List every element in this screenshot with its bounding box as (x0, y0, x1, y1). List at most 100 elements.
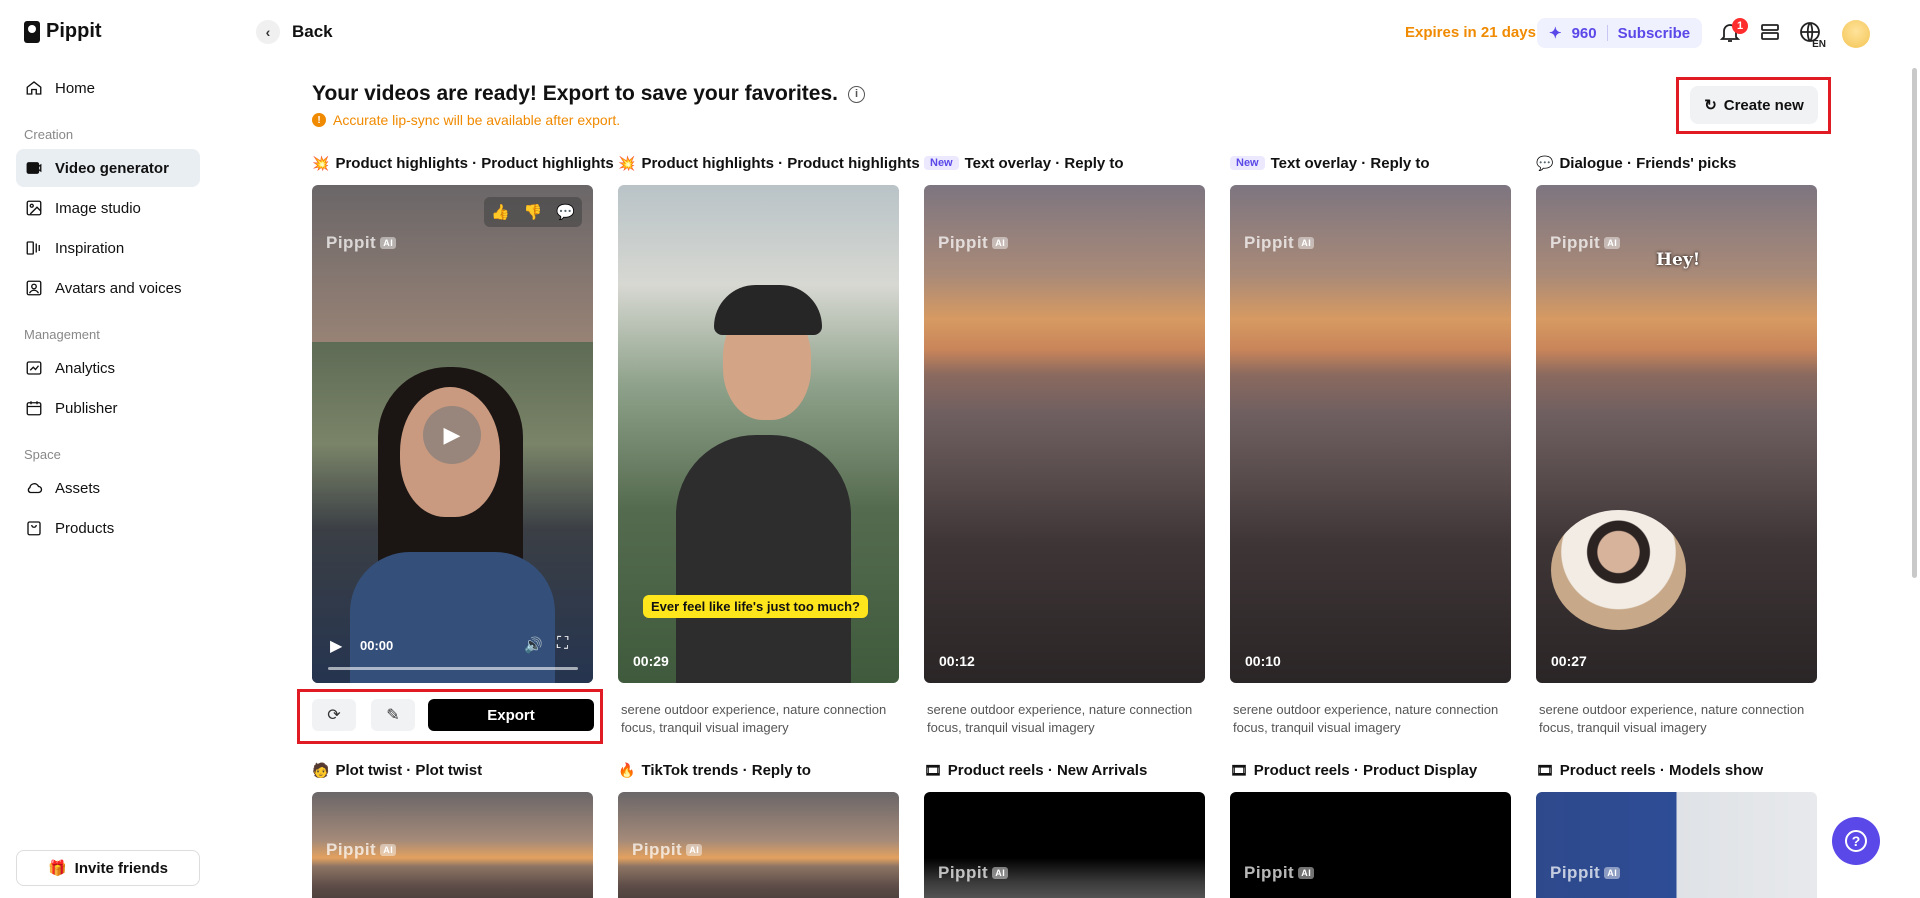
app-name: Pippit (46, 20, 102, 42)
sidebar-item-video-generator[interactable]: Video generator (16, 149, 200, 187)
video-thumbnail[interactable]: Pippit AI Hey! 00:27 (1536, 185, 1817, 683)
regenerate-button[interactable]: ⟳ (312, 699, 356, 731)
sidebar-item-label: Publisher (55, 399, 118, 417)
app-logo[interactable]: Pippit (24, 20, 102, 43)
speech-bubble-icon: 💬 (1536, 154, 1554, 171)
card-title: New Text overlay · Reply to (924, 153, 1124, 173)
expiration-notice[interactable]: Expires in 21 days (1405, 24, 1536, 41)
progress-bar[interactable] (328, 667, 578, 670)
export-button[interactable]: Export (428, 699, 594, 731)
player-time: 00:00 (360, 638, 394, 653)
sparkle-badge-icon: 💥 (618, 154, 636, 171)
stack-button[interactable] (1756, 20, 1784, 48)
user-avatar[interactable] (1842, 20, 1870, 48)
sidebar-item-image-studio[interactable]: Image studio (16, 189, 200, 227)
video-description: serene outdoor experience, nature connec… (1233, 702, 1499, 735)
person-icon: 🧑 (312, 761, 330, 778)
avatar-icon (25, 279, 43, 297)
sidebar-item-label: Inspiration (55, 239, 125, 257)
card-title-text: Product reels · Product Display (1253, 761, 1478, 779)
video-thumbnail[interactable]: Pippit AI 00:12 (924, 185, 1205, 683)
sidebar-item-products[interactable]: Products (16, 509, 200, 547)
thumbs-down-icon[interactable]: 👎 (524, 203, 543, 221)
sidebar-item-publisher[interactable]: Publisher (16, 389, 200, 427)
pippit-watermark: Pippit AI (326, 233, 397, 253)
pippit-watermark: Pippit AI (938, 863, 1009, 883)
video-thumbnail[interactable]: Ever feel like life's just too much? 00:… (618, 185, 899, 683)
page-scrollbar[interactable] (1912, 68, 1917, 578)
card-title: 💬 Dialogue · Friends' picks (1536, 153, 1736, 173)
inspiration-icon (25, 239, 43, 257)
new-badge: New (924, 156, 959, 170)
sparkle-badge-icon: 💥 (312, 154, 330, 171)
sidebar-item-assets[interactable]: Assets (16, 469, 200, 507)
video-thumbnail[interactable]: Pippit AI (618, 792, 899, 898)
feedback-bar: 👍 👎 💬 (484, 197, 582, 227)
video-thumbnail[interactable]: Pippit AI 00:10 (1230, 185, 1511, 683)
sidebar-item-label: Analytics (55, 359, 116, 377)
play-button-icon[interactable]: ▶ (330, 636, 342, 656)
video-card-1: 💥 Product highlights · Product highlight… (312, 153, 614, 713)
language-button[interactable]: EN (1796, 20, 1826, 50)
sidebar-item-inspiration[interactable]: Inspiration (16, 229, 200, 267)
create-new-button[interactable]: ↻ Create new (1690, 86, 1818, 124)
card-title-text: Dialogue · Friends' picks (1559, 154, 1737, 172)
watermark-ai: AI (1604, 237, 1621, 249)
chevron-left-icon: ‹ (256, 20, 280, 44)
help-button[interactable]: ? (1832, 817, 1880, 865)
thumbs-up-icon[interactable]: 👍 (491, 203, 510, 221)
back-button[interactable]: ‹ Back (256, 20, 333, 44)
volume-icon[interactable]: 🔊 (524, 636, 543, 654)
watermark-text: Pippit (938, 233, 989, 252)
info-icon[interactable]: i (847, 85, 865, 103)
invite-friends-button[interactable]: 🎁 Invite friends (16, 850, 200, 886)
sidebar-item-label: Avatars and voices (55, 279, 182, 297)
watermark-ai: AI (1604, 867, 1621, 879)
video-card-4: New Text overlay · Reply to Pippit AI 00:… (1230, 153, 1511, 735)
sparkle-icon: ✦ (1549, 25, 1562, 42)
cap-shape (714, 285, 822, 335)
edit-button[interactable]: ✎ (371, 699, 415, 731)
card-title-text: Text overlay · Reply to (964, 154, 1124, 172)
watermark-ai: AI (992, 867, 1009, 879)
fire-icon: 🔥 (618, 761, 636, 778)
pippit-watermark: Pippit AI (632, 840, 703, 860)
subscribe-link[interactable]: Subscribe (1618, 25, 1691, 42)
new-badge: New (1230, 156, 1265, 170)
video-thumbnail[interactable]: Pippit AI (1230, 792, 1511, 898)
gift-icon: 🎁 (47, 860, 67, 877)
card-title-text: TikTok trends · Reply to (641, 761, 811, 779)
card-title: New Text overlay · Reply to (1230, 153, 1430, 173)
hey-caption: Hey! (1656, 250, 1701, 270)
video-player[interactable]: Pippit AI 👍 👎 💬 ▶ ▶ 00:00 🔊 ⛶ (312, 185, 593, 683)
card-title-text: Product reels · New Arrivals (947, 761, 1148, 779)
video-description: serene outdoor experience, nature connec… (927, 702, 1193, 735)
notifications-button[interactable]: 1 (1716, 18, 1748, 48)
play-icon[interactable]: ▶ (423, 406, 481, 464)
sidebar-item-home[interactable]: Home (16, 69, 200, 107)
sidebar-section-creation: Creation (24, 127, 74, 142)
video-thumbnail[interactable]: Pippit AI (312, 792, 593, 898)
card-title: 🧑 Plot twist · Plot twist (312, 760, 482, 780)
pencil-icon: ✎ (386, 707, 400, 724)
credits-subscribe-box[interactable]: ✦ 960 Subscribe (1537, 18, 1703, 48)
video-thumbnail[interactable]: Pippit AI (924, 792, 1205, 898)
avatar-circle-overlay (1551, 510, 1686, 630)
divider (1606, 25, 1608, 41)
notification-badge: 1 (1732, 18, 1748, 34)
sidebar-item-label: Video generator (55, 159, 169, 177)
warning-icon: ! (312, 113, 326, 127)
cloud-icon (25, 479, 43, 497)
sidebar-item-avatars-and-voices[interactable]: Avatars and voices (16, 269, 200, 307)
sidebar-item-analytics[interactable]: Analytics (16, 349, 200, 387)
image-studio-icon (25, 199, 43, 217)
video-duration: 00:29 (633, 653, 669, 669)
video-description: serene outdoor experience, nature connec… (1539, 702, 1805, 735)
comment-icon[interactable]: 💬 (556, 203, 575, 221)
video-duration: 00:12 (939, 653, 975, 669)
video-description: serene outdoor experience, nature connec… (621, 702, 887, 735)
lipsync-notice: ! Accurate lip-sync will be available af… (312, 112, 620, 128)
video-thumbnail[interactable]: Pippit AI (1536, 792, 1817, 898)
sidebar-item-label: Home (55, 79, 96, 97)
fullscreen-icon[interactable]: ⛶ (557, 635, 568, 653)
